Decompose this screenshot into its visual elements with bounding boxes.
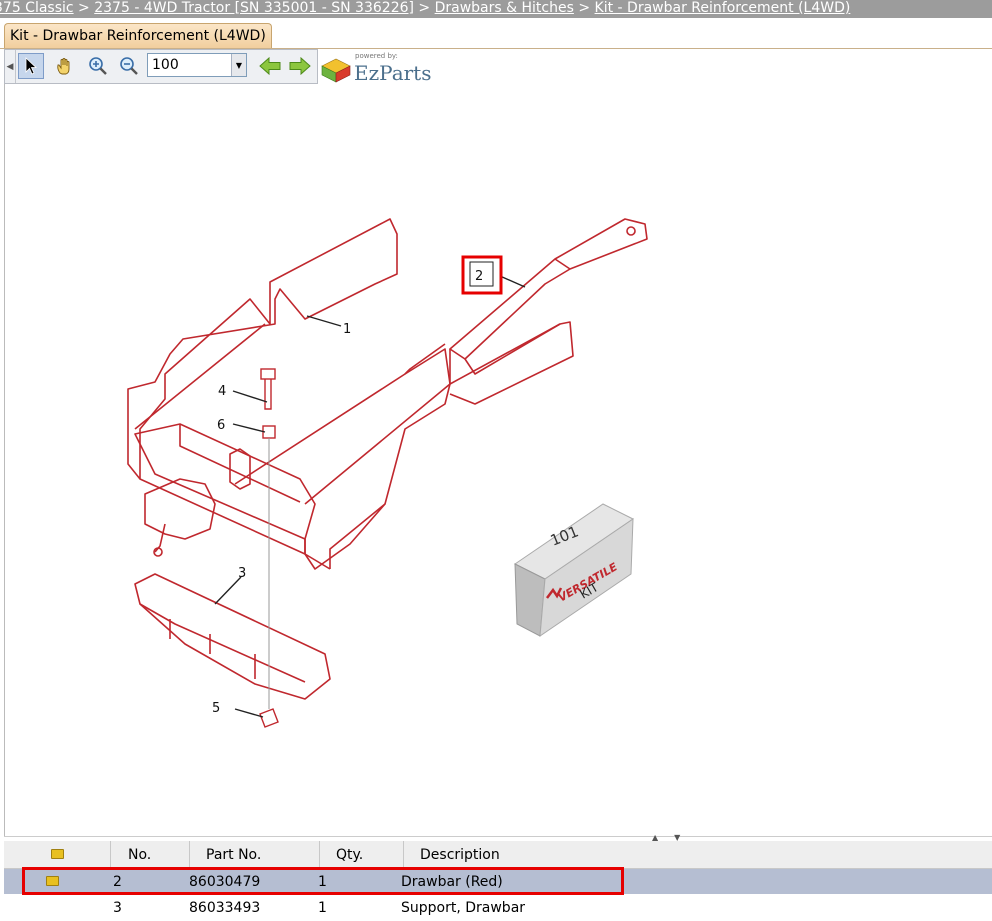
chevron-down-icon[interactable]: ▼ — [231, 54, 246, 76]
row-description: Support, Drawbar — [401, 900, 526, 916]
table-row[interactable]: 3 86033493 1 Support, Drawbar — [4, 895, 992, 920]
toolbar-scroll-left[interactable]: ◀ — [5, 50, 16, 83]
zoom-level-select[interactable]: 100 ▼ — [147, 53, 247, 77]
breadcrumb-link-model[interactable]: 375 Classic — [0, 0, 74, 16]
callout-1[interactable]: 1 — [343, 322, 351, 337]
header-no[interactable]: No. — [111, 841, 190, 868]
forward-button[interactable] — [287, 53, 313, 79]
drawbar-part-2[interactable] — [449, 218, 648, 405]
arrow-left-icon — [259, 57, 281, 75]
breadcrumb-link-tractor[interactable]: 2375 - 4WD Tractor [SN 335001 - SN 33622… — [94, 0, 414, 16]
zoom-in-icon — [89, 57, 107, 75]
parts-table-header: No. Part No. Qty. Description — [4, 841, 992, 869]
zoom-level-value: 100 — [152, 57, 179, 73]
callout-5[interactable]: 5 — [212, 701, 220, 716]
callout-6[interactable]: 6 — [217, 418, 225, 433]
row-no: 3 — [113, 900, 122, 916]
breadcrumb-link-category[interactable]: Drawbars & Hitches — [435, 0, 574, 16]
ezparts-cube-icon — [321, 58, 351, 83]
row-qty: 1 — [318, 900, 327, 916]
drawbar-exploded-diagram: 1 2 3 4 5 6 101 VERSATILE KIT — [127, 218, 648, 728]
callout-3[interactable]: 3 — [238, 566, 246, 581]
breadcrumb-separator: > — [78, 0, 90, 16]
hand-icon — [57, 58, 70, 75]
kit-box-illustration: 101 VERSATILE KIT — [514, 503, 634, 638]
parts-diagram-canvas[interactable]: 1 2 3 4 5 6 101 VERSATILE KIT — [4, 84, 992, 836]
select-tool-button[interactable] — [18, 53, 44, 79]
tab-strip: Kit - Drawbar Reinforcement (L4WD) — [0, 18, 992, 49]
powered-by-text: powered by: — [355, 52, 398, 60]
ezparts-logo: powered by: EzParts — [320, 52, 440, 85]
parts-table: No. Part No. Qty. Description 2 86030479… — [4, 841, 992, 916]
frame-weldment[interactable] — [127, 218, 398, 480]
ezparts-brand: EzParts — [354, 61, 432, 85]
folder-icon — [50, 849, 64, 859]
tab-drawbar-kit[interactable]: Kit - Drawbar Reinforcement (L4WD) — [4, 23, 272, 48]
breadcrumb-link-page[interactable]: Kit - Drawbar Reinforcement (L4WD) — [595, 0, 851, 16]
arrow-right-icon — [289, 57, 311, 75]
back-button[interactable] — [257, 53, 283, 79]
zoom-out-icon — [120, 57, 138, 75]
pan-tool-button[interactable] — [51, 53, 77, 79]
breadcrumb-separator: > — [578, 0, 591, 16]
zoom-out-button[interactable] — [116, 53, 142, 79]
breadcrumb: 375 Classic > 2375 - 4WD Tractor [SN 335… — [0, 0, 992, 18]
callout-4[interactable]: 4 — [218, 384, 226, 399]
callout-2[interactable]: 2 — [475, 269, 483, 284]
zoom-in-button[interactable] — [85, 53, 111, 79]
support-part-3[interactable] — [134, 573, 331, 700]
cursor-arrow-icon — [25, 57, 38, 75]
breadcrumb-separator: > — [418, 0, 431, 16]
header-part-no[interactable]: Part No. — [190, 841, 320, 868]
viewer-toolbar: ◀ 100 ▼ — [4, 49, 318, 84]
header-cart-column — [4, 841, 111, 868]
header-qty[interactable]: Qty. — [320, 841, 404, 868]
selected-row-highlight — [22, 867, 624, 895]
header-description[interactable]: Description — [404, 841, 992, 868]
row-part-no: 86033493 — [189, 900, 261, 916]
